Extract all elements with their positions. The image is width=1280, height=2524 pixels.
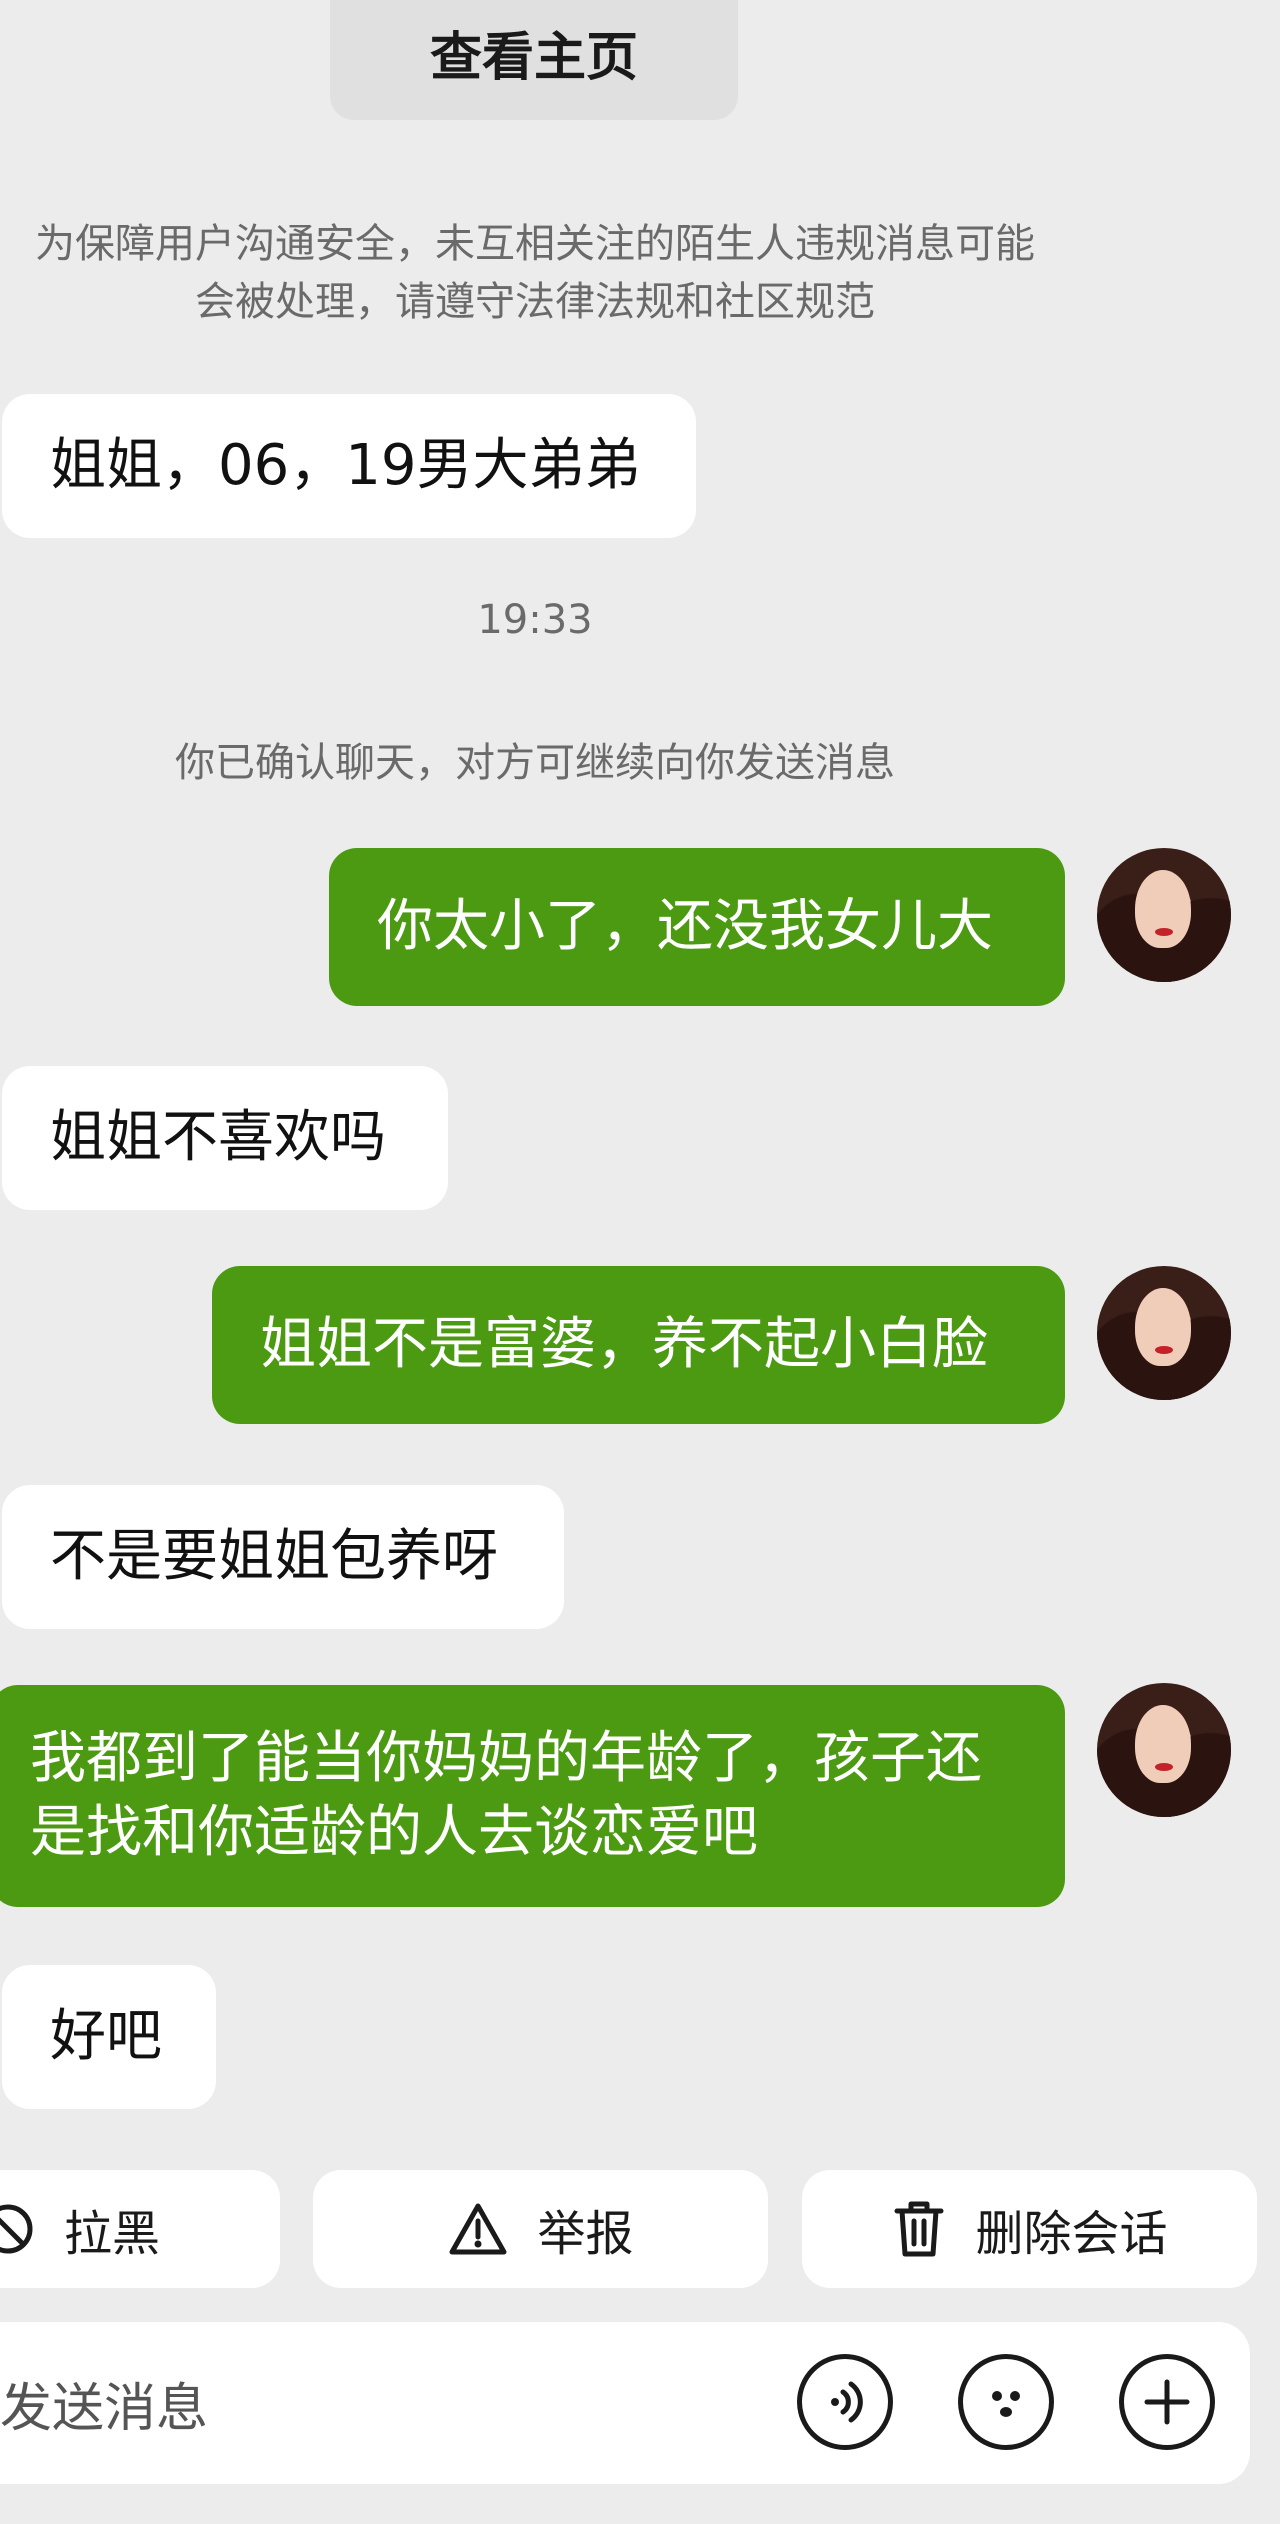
safety-notice-line-1: 为保障用户沟通安全，未互相关注的陌生人违规消息可能: [35, 221, 1035, 267]
message-bubble-incoming[interactable]: 好吧: [2, 1965, 216, 2109]
avatar[interactable]: [1097, 1683, 1231, 1817]
message-text: 姐姐，06，19男大弟弟: [50, 433, 641, 498]
message-text: 姐姐不是富婆，养不起小白脸: [260, 1312, 988, 1377]
plus-icon: [1144, 2379, 1190, 2425]
delete-conversation-button[interactable]: 删除会话: [802, 2170, 1257, 2288]
block-icon: [0, 2204, 33, 2254]
trash-icon: [894, 2201, 944, 2257]
emoji-button[interactable]: [958, 2354, 1054, 2450]
message-bubble-outgoing[interactable]: 姐姐不是富婆，养不起小白脸: [212, 1266, 1065, 1424]
report-button[interactable]: 举报: [313, 2170, 768, 2288]
voice-button[interactable]: [797, 2354, 893, 2450]
message-bubble-incoming[interactable]: 不是要姐姐包养呀: [2, 1485, 564, 1629]
message-text: 我都到了能当你妈妈的年龄了，孩子还 是找和你适龄的人去谈恋爱吧: [30, 1722, 982, 1870]
message-composer: 发送消息: [0, 2322, 1250, 2484]
report-label: 举报: [537, 2206, 634, 2262]
block-label: 拉黑: [64, 2206, 161, 2262]
block-button[interactable]: 拉黑: [0, 2170, 280, 2288]
view-profile-button[interactable]: 查看主页: [330, 0, 738, 120]
more-options-button[interactable]: [1119, 2354, 1215, 2450]
message-input-placeholder: 发送消息: [0, 2378, 209, 2439]
message-input[interactable]: 发送消息: [0, 2322, 208, 2484]
delete-conversation-label: 删除会话: [975, 2206, 1168, 2262]
message-text-line-1: 我都到了能当你妈妈的年龄了，孩子还: [30, 1726, 982, 1791]
message-bubble-outgoing[interactable]: 你太小了，还没我女儿大: [329, 848, 1065, 1006]
message-text: 你太小了，还没我女儿大: [377, 894, 993, 959]
message-text: 好吧: [50, 2004, 162, 2069]
safety-notice: 为保障用户沟通安全，未互相关注的陌生人违规消息可能 会被处理，请遵守法律法规和社…: [0, 215, 1090, 331]
message-text: 姐姐不喜欢吗: [50, 1105, 386, 1170]
warning-icon: [449, 2203, 507, 2255]
emoji-icon: [992, 2391, 1020, 2417]
avatar[interactable]: [1097, 848, 1231, 982]
view-profile-label: 查看主页: [429, 28, 638, 88]
message-bubble-outgoing[interactable]: 我都到了能当你妈妈的年龄了，孩子还 是找和你适龄的人去谈恋爱吧: [0, 1685, 1065, 1907]
timestamp: 19:33: [477, 597, 593, 643]
message-text-line-2: 是找和你适龄的人去谈恋爱吧: [30, 1800, 758, 1865]
safety-notice-line-2: 会被处理，请遵守法律法规和社区规范: [195, 279, 875, 325]
message-bubble-incoming[interactable]: 姐姐，06，19男大弟弟: [2, 394, 696, 538]
message-text: 不是要姐姐包养呀: [50, 1524, 498, 1589]
avatar[interactable]: [1097, 1266, 1231, 1400]
system-message: 你已确认聊天，对方可继续向你发送消息: [175, 740, 895, 786]
voice-icon: [831, 2381, 863, 2423]
message-bubble-incoming[interactable]: 姐姐不喜欢吗: [2, 1066, 448, 1210]
